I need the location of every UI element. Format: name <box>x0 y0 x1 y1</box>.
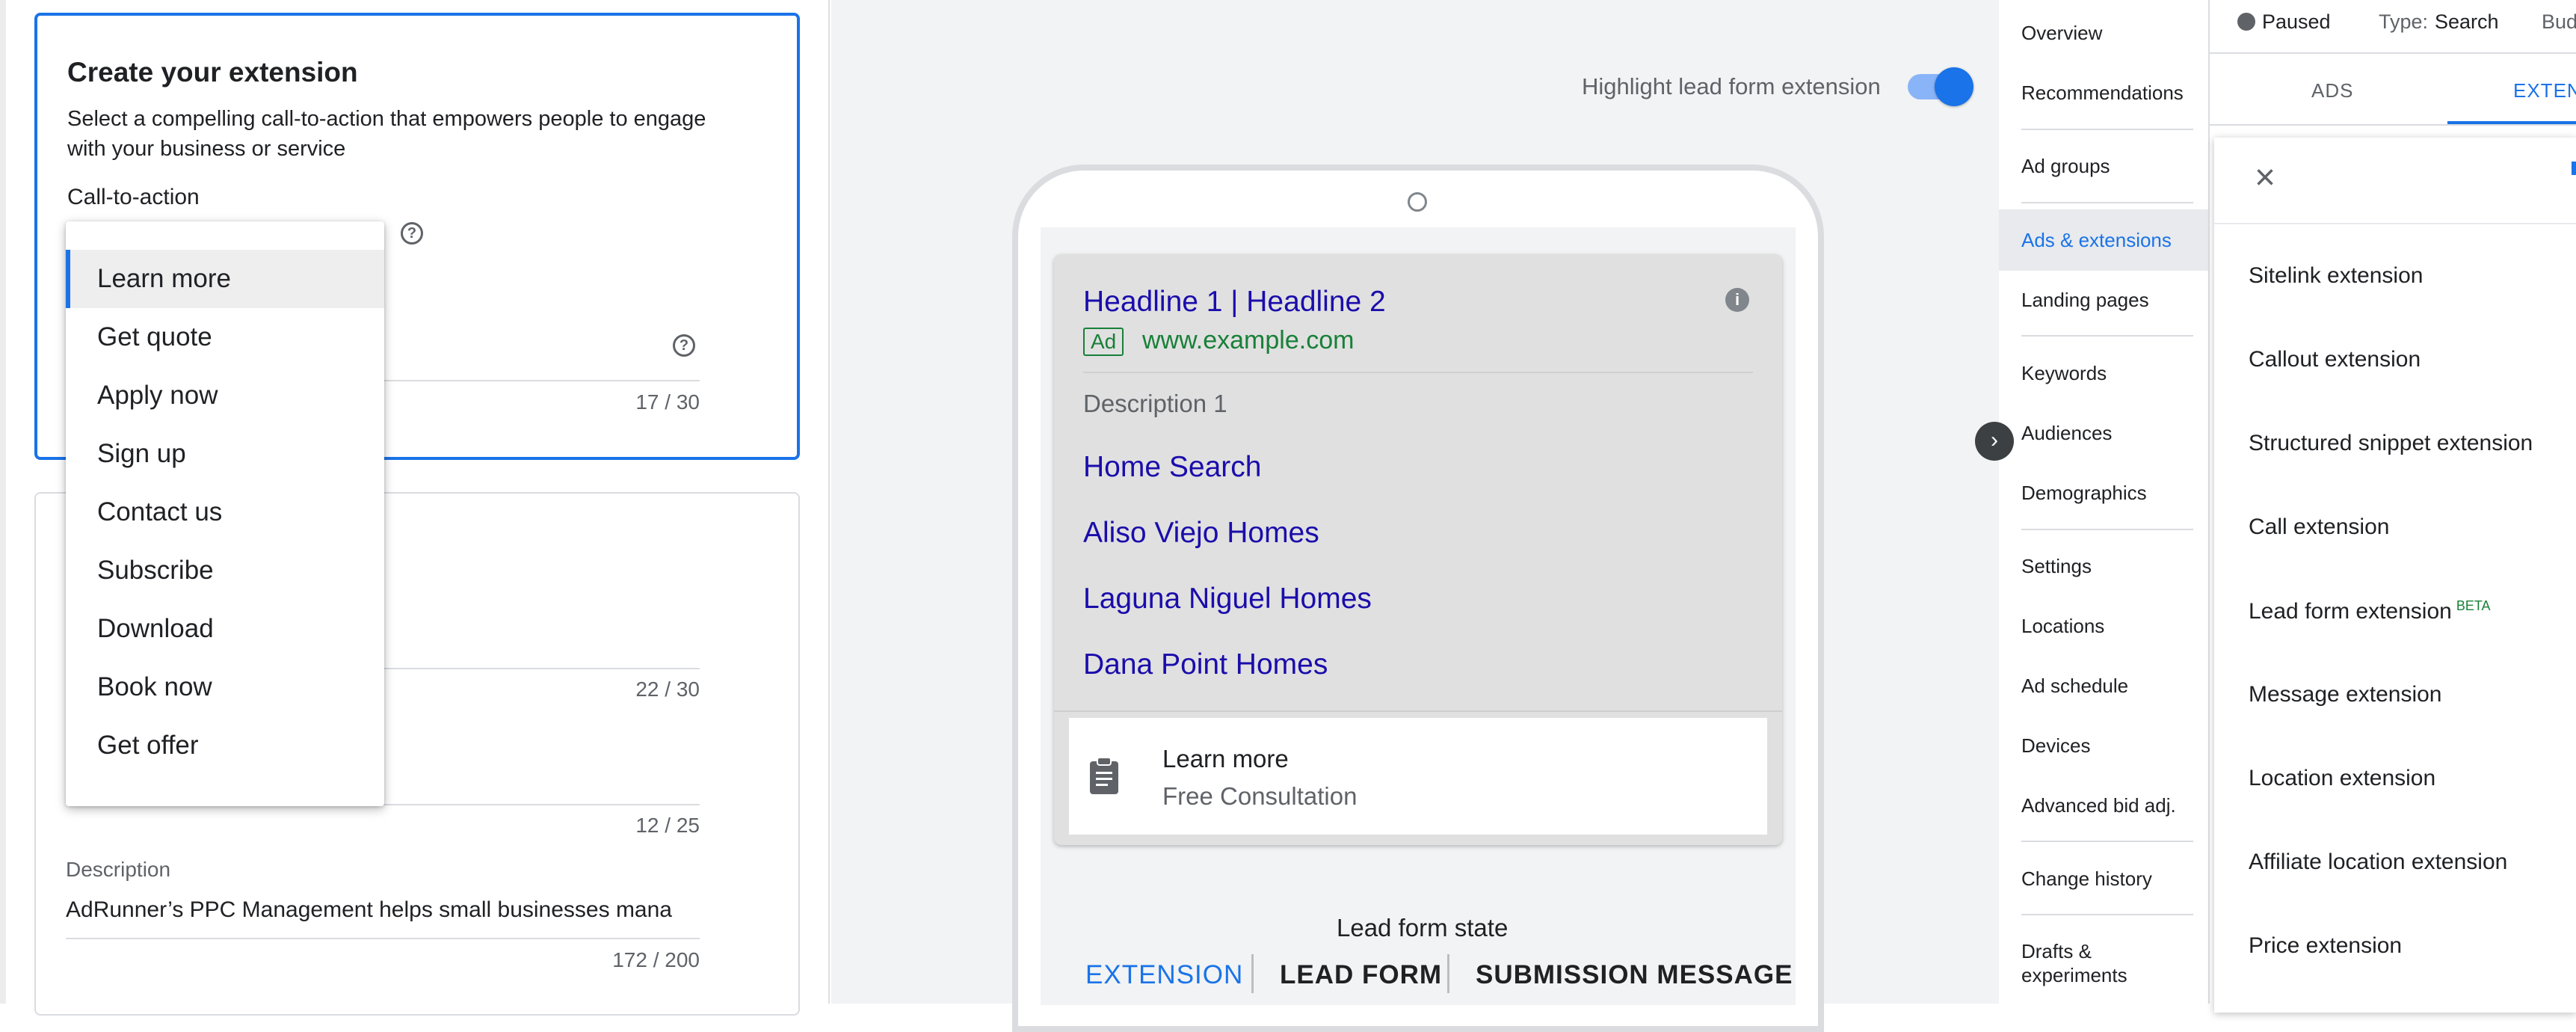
menu-header-divider <box>2214 223 2576 224</box>
field-underline <box>381 668 700 669</box>
card-title: Create your extension <box>67 57 358 87</box>
nav-item-landing-pages[interactable]: Landing pages <box>2021 288 2201 312</box>
field-underline <box>381 804 700 805</box>
ext-item-lead-form-label: Lead form extension <box>2249 599 2452 624</box>
tabs-divider <box>2208 124 2576 126</box>
description-label: Description <box>66 858 171 881</box>
sitelink-dana-point[interactable]: Dana Point Homes <box>1083 648 1328 681</box>
nav-items: Overview Recommendations Ad groups Ads &… <box>1999 0 2208 1004</box>
lead-form-subtitle: Free Consultation <box>1162 782 1358 810</box>
ad-headline[interactable]: Headline 1 | Headline 2 <box>1083 286 1386 319</box>
ext-item-call[interactable]: Call extension <box>2249 515 2389 540</box>
field-underline <box>381 380 700 381</box>
lead-form-title: Learn more <box>1162 745 1289 773</box>
ext-item-structured-snippet[interactable]: Structured snippet extension <box>2249 431 2533 456</box>
ext-item-message[interactable]: Message extension <box>2249 682 2442 707</box>
char-counter: 12 / 25 <box>635 814 700 837</box>
sitelink-aliso-viejo[interactable]: Aliso Viejo Homes <box>1083 517 1319 550</box>
panel-edge <box>0 0 6 1004</box>
nav-item-ad-groups[interactable]: Ad groups <box>2021 154 2201 178</box>
nav-divider <box>2021 202 2193 203</box>
sitelink-laguna-niguel[interactable]: Laguna Niguel Homes <box>1083 583 1372 615</box>
info-icon[interactable]: i <box>1725 288 1749 312</box>
campaign-type-value: Search <box>2435 10 2499 33</box>
help-icon[interactable]: ? <box>401 222 423 245</box>
menu-item-contact-us[interactable]: Contact us <box>66 483 384 541</box>
nav-divider <box>2021 914 2193 915</box>
campaign-status: Paused <box>2262 10 2331 33</box>
nav-item-ads-extensions[interactable]: Ads & extensions <box>2021 228 2201 252</box>
nav-item-ad-schedule[interactable]: Ad schedule <box>2021 674 2201 698</box>
campaign-type-label: Type: <box>2379 10 2429 33</box>
nav-item-advanced-bid-adj[interactable]: Advanced bid adj. <box>2021 793 2201 817</box>
highlight-toggle-label: Highlight lead form extension <box>1582 73 1881 99</box>
header-divider <box>2208 52 2576 54</box>
cta-dropdown-menu: Learn more Get quote Apply now Sign up C… <box>66 221 384 806</box>
char-counter: 17 / 30 <box>635 390 700 414</box>
menu-item-download[interactable]: Download <box>66 600 384 658</box>
divider <box>1083 372 1753 373</box>
nav-item-locations[interactable]: Locations <box>2021 614 2201 638</box>
nav-item-settings[interactable]: Settings <box>2021 554 2201 578</box>
divider <box>1054 710 1782 712</box>
menu-item-sign-up[interactable]: Sign up <box>66 425 384 483</box>
nav-item-audiences[interactable]: Audiences <box>2021 421 2201 445</box>
menu-item-get-quote[interactable]: Get quote <box>66 308 384 366</box>
nav-item-keywords[interactable]: Keywords <box>2021 361 2201 385</box>
ad-description: Description 1 <box>1083 390 1227 417</box>
char-counter: 22 / 30 <box>635 678 700 701</box>
ext-item-sitelink[interactable]: Sitelink extension <box>2249 263 2423 289</box>
menu-item-learn-more[interactable]: Learn more <box>66 250 384 308</box>
tab-extensions[interactable]: EXTENS <box>2513 79 2576 102</box>
clipboard-icon <box>1090 757 1118 794</box>
tab-separator <box>1447 954 1449 993</box>
state-tab-extension[interactable]: EXTENSION <box>1085 960 1243 990</box>
nav-divider <box>2021 841 2193 842</box>
ad-display-url: www.example.com <box>1142 326 1355 354</box>
lead-form-state-label: Lead form state <box>1337 914 1509 942</box>
accent-mark <box>2572 162 2576 175</box>
camera-icon <box>1408 192 1427 212</box>
nav-divider <box>2021 335 2193 337</box>
nav-item-recommendations[interactable]: Recommendations <box>2021 81 2201 105</box>
field-underline <box>66 938 700 939</box>
menu-item-book-now[interactable]: Book now <box>66 658 384 716</box>
menu-item-get-offer[interactable]: Get offer <box>66 716 384 775</box>
nav-item-demographics[interactable]: Demographics <box>2021 481 2201 505</box>
ext-item-lead-form[interactable]: Lead form extension BETA <box>2249 598 2491 624</box>
state-tab-lead-form[interactable]: LEAD FORM <box>1280 960 1442 990</box>
card-subtitle: Select a compelling call-to-action that … <box>67 107 706 161</box>
ad-badge: Ad <box>1083 328 1124 356</box>
nav-item-drafts-experiments[interactable]: Drafts & experiments <box>2021 939 2133 987</box>
help-icon[interactable]: ? <box>673 334 695 357</box>
nav-item-change-history[interactable]: Change history <box>2021 867 2201 891</box>
nav-divider <box>2021 129 2193 130</box>
nav-divider <box>2021 529 2193 530</box>
tab-ads[interactable]: ADS <box>2311 79 2353 102</box>
lead-form-extension-preview[interactable] <box>1069 718 1767 835</box>
toggle-knob[interactable] <box>1935 67 1973 106</box>
char-counter: 172 / 200 <box>612 948 700 971</box>
menu-item-apply-now[interactable]: Apply now <box>66 366 384 425</box>
pause-icon <box>2237 13 2255 31</box>
ext-item-price[interactable]: Price extension <box>2249 933 2402 959</box>
cta-label: Call-to-action <box>67 185 200 209</box>
state-tab-submission-message[interactable]: SUBMISSION MESSAGE <box>1476 960 1793 990</box>
ext-item-location[interactable]: Location extension <box>2249 766 2435 791</box>
close-icon[interactable]: × <box>2255 157 2275 198</box>
ext-item-affiliate-location[interactable]: Affiliate location extension <box>2249 850 2507 875</box>
ext-item-callout[interactable]: Callout extension <box>2249 347 2421 372</box>
nav-item-overview[interactable]: Overview <box>2021 21 2201 45</box>
nav-item-devices[interactable]: Devices <box>2021 734 2201 758</box>
budget-label: Budg <box>2542 10 2576 33</box>
sitelink-home-search[interactable]: Home Search <box>1083 451 1261 484</box>
menu-item-subscribe[interactable]: Subscribe <box>66 541 384 600</box>
description-input[interactable]: AdRunner’s PPC Management helps small bu… <box>66 897 701 923</box>
beta-badge: BETA <box>2456 598 2491 613</box>
tab-separator <box>1251 954 1254 993</box>
